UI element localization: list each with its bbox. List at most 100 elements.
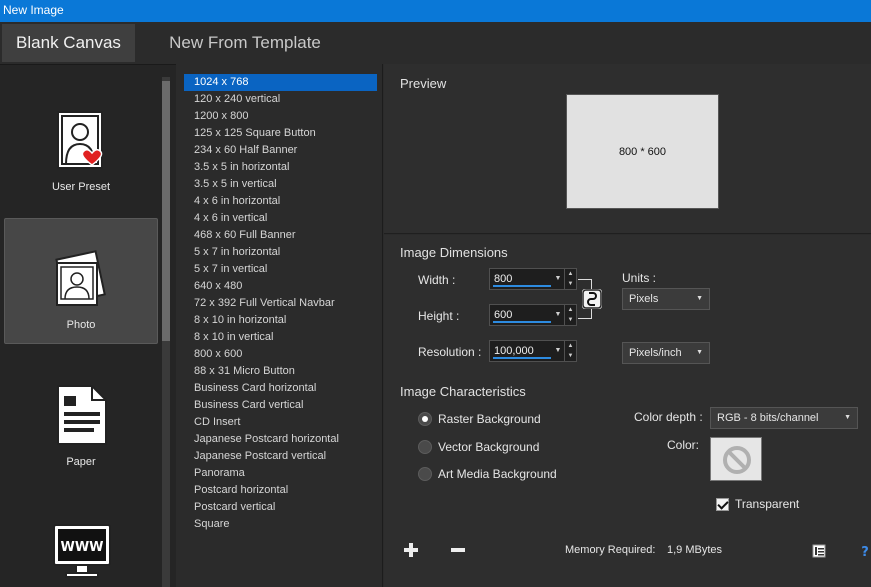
category-label: Paper — [66, 456, 96, 468]
preset-item[interactable]: Postcard vertical — [184, 499, 377, 516]
width-field[interactable]: ▼ ▲ ▼ — [489, 268, 577, 290]
preset-item[interactable]: Business Card horizontal — [184, 380, 377, 397]
units-value: Pixels — [629, 293, 659, 305]
preview-size-label: 800 * 600 — [618, 145, 667, 158]
chevron-down-icon[interactable]: ▼ — [552, 305, 564, 325]
category-web[interactable]: WWW — [4, 493, 158, 587]
radio-button[interactable] — [418, 440, 432, 454]
photo-icon — [55, 250, 106, 306]
preset-item[interactable]: 120 x 240 vertical — [184, 91, 377, 108]
increment-icon[interactable]: ▲ — [565, 341, 576, 351]
radio-label: Art Media Background — [438, 467, 557, 481]
remove-preset-icon[interactable] — [451, 543, 465, 557]
vector-background-option[interactable]: Vector Background — [418, 438, 618, 456]
preset-item[interactable]: 8 x 10 in vertical — [184, 329, 377, 346]
radio-label: Vector Background — [438, 440, 540, 454]
preset-item[interactable]: 468 x 60 Full Banner — [184, 227, 377, 244]
svg-text:?: ? — [861, 545, 869, 558]
decrement-icon[interactable]: ▼ — [565, 279, 576, 289]
transparent-label: Transparent — [735, 497, 800, 511]
color-label: Color: — [667, 438, 700, 452]
link-bracket-bottom — [578, 309, 592, 319]
preset-item[interactable]: 8 x 10 in horizontal — [184, 312, 377, 329]
radio-button[interactable] — [418, 412, 432, 426]
window-title: New Image — [0, 0, 871, 22]
preset-item[interactable]: 3.5 x 5 in vertical — [184, 176, 377, 193]
svg-text:WWW: WWW — [60, 540, 103, 555]
height-stepper[interactable]: ▲ ▼ — [564, 305, 576, 325]
dimensions-section: Image Dimensions Width : ▼ ▲ ▼ Height : … — [384, 235, 871, 587]
preview-title: Preview — [400, 76, 447, 91]
preset-item[interactable]: 88 x 31 Micro Button — [184, 363, 377, 380]
help-icon[interactable]: ? — [860, 544, 870, 558]
preset-item[interactable]: 640 x 480 — [184, 278, 377, 295]
tab-new-from-template[interactable]: New From Template — [150, 24, 340, 62]
preset-item[interactable]: Square — [184, 516, 377, 533]
preset-item[interactable]: CD Insert — [184, 414, 377, 431]
category-user-preset[interactable]: User Preset — [4, 80, 158, 206]
panel-divider — [382, 64, 383, 587]
add-preset-icon[interactable] — [404, 543, 418, 557]
user-preset-icon — [57, 111, 103, 169]
preset-item[interactable]: Panorama — [184, 465, 377, 482]
category-panel: User Preset Photo Paper WWW — [0, 64, 176, 587]
units-select[interactable]: Pixels ▼ — [622, 288, 710, 310]
category-label: User Preset — [51, 181, 111, 193]
chevron-down-icon: ▼ — [696, 295, 703, 302]
background-color-swatch[interactable] — [710, 437, 762, 481]
height-field[interactable]: ▼ ▲ ▼ — [489, 304, 577, 326]
color-depth-value: RGB - 8 bits/channel — [717, 412, 819, 424]
radio-button[interactable] — [418, 467, 432, 481]
resolution-stepper[interactable]: ▲ ▼ — [564, 341, 576, 361]
preset-item[interactable]: Postcard horizontal — [184, 482, 377, 499]
preset-item[interactable]: 4 x 6 in vertical — [184, 210, 377, 227]
resolution-units-select[interactable]: Pixels/inch ▼ — [622, 342, 710, 364]
raster-background-option[interactable]: Raster Background — [418, 410, 618, 428]
preset-item[interactable]: 125 x 125 Square Button — [184, 125, 377, 142]
category-paper[interactable]: Paper — [4, 356, 158, 482]
transparent-checkbox[interactable] — [716, 498, 729, 511]
save-preset-icon[interactable] — [812, 544, 826, 558]
chevron-down-icon: ▼ — [844, 414, 851, 421]
link-icon — [582, 289, 602, 309]
preset-item[interactable]: 72 x 392 Full Vertical Navbar — [184, 295, 377, 312]
focus-underline — [493, 357, 551, 359]
increment-icon[interactable]: ▲ — [565, 305, 576, 315]
category-scrollbar[interactable] — [162, 77, 170, 587]
preset-item[interactable]: Business Card vertical — [184, 397, 377, 414]
width-stepper[interactable]: ▲ ▼ — [564, 269, 576, 289]
height-label: Height : — [418, 309, 460, 323]
preset-item[interactable]: 5 x 7 in vertical — [184, 261, 377, 278]
chevron-down-icon[interactable]: ▼ — [552, 269, 564, 289]
preset-item[interactable]: Japanese Postcard horizontal — [184, 431, 377, 448]
color-depth-select[interactable]: RGB - 8 bits/channel ▼ — [710, 407, 858, 429]
art-media-background-option[interactable]: Art Media Background — [418, 465, 618, 483]
resolution-field[interactable]: ▼ ▲ ▼ — [489, 340, 577, 362]
preset-item[interactable]: 234 x 60 Half Banner — [184, 142, 377, 159]
focus-underline — [493, 285, 551, 287]
aspect-link-button[interactable] — [582, 289, 602, 309]
preset-item[interactable]: 800 x 600 — [184, 346, 377, 363]
tab-blank-canvas[interactable]: Blank Canvas — [2, 24, 135, 62]
preset-item[interactable]: 1024 x 768 — [184, 74, 377, 91]
chevron-down-icon[interactable]: ▼ — [552, 341, 564, 361]
decrement-icon[interactable]: ▼ — [565, 315, 576, 325]
decrement-icon[interactable]: ▼ — [565, 351, 576, 361]
tab-bar: Blank Canvas New From Template — [0, 22, 871, 64]
preset-item[interactable]: 3.5 x 5 in horizontal — [184, 159, 377, 176]
paper-icon — [57, 385, 107, 445]
category-photo[interactable]: Photo — [4, 218, 158, 344]
width-label: Width : — [418, 273, 456, 287]
scrollbar-thumb[interactable] — [162, 81, 170, 341]
increment-icon[interactable]: ▲ — [565, 269, 576, 279]
category-label: Photo — [66, 319, 96, 331]
preset-item[interactable]: Japanese Postcard vertical — [184, 448, 377, 465]
preset-item[interactable]: 4 x 6 in horizontal — [184, 193, 377, 210]
no-color-icon — [723, 446, 751, 474]
memory-required-value: 1,9 MBytes — [667, 544, 723, 556]
radio-label: Raster Background — [438, 412, 541, 426]
preset-item[interactable]: 5 x 7 in horizontal — [184, 244, 377, 261]
link-bracket-top — [578, 279, 592, 289]
chevron-down-icon: ▼ — [696, 349, 703, 356]
preset-item[interactable]: 1200 x 800 — [184, 108, 377, 125]
